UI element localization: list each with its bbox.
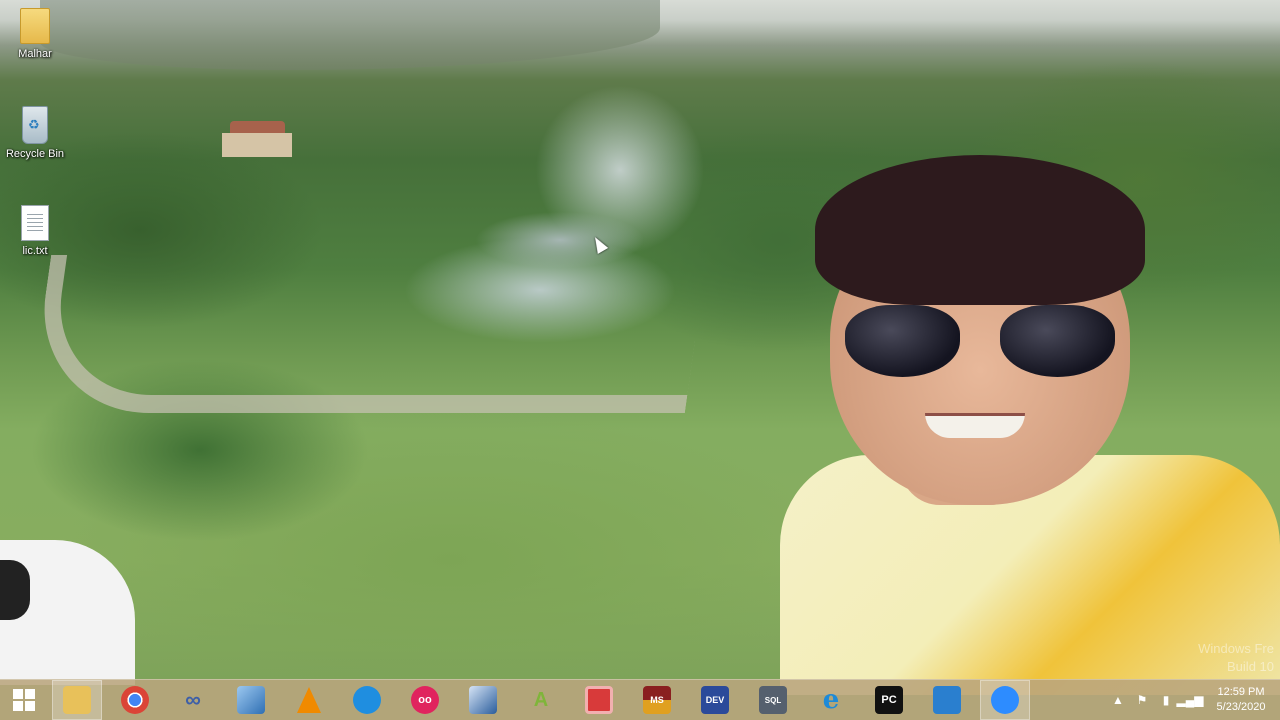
wallpaper-person bbox=[770, 155, 1280, 695]
watermark-line1: Windows Fre bbox=[1198, 641, 1274, 656]
wallpaper-house bbox=[222, 121, 292, 157]
infinity-icon: ∞ bbox=[185, 687, 201, 712]
cube-icon bbox=[469, 686, 497, 714]
taskbar-app-zoom[interactable] bbox=[980, 680, 1030, 720]
dev-icon: DEV bbox=[701, 686, 729, 714]
taskbar-app-file-explorer[interactable] bbox=[52, 680, 102, 720]
start-button[interactable] bbox=[0, 680, 48, 720]
clock[interactable]: 12:59 PM 5/23/2020 bbox=[1210, 685, 1272, 715]
taskbar-app-infinity[interactable]: ∞ bbox=[168, 680, 218, 720]
internet-explorer-icon: e bbox=[822, 685, 840, 715]
vlc-icon bbox=[297, 687, 321, 713]
chrome-icon bbox=[121, 686, 149, 714]
oo-icon: oo bbox=[411, 686, 439, 714]
desktop-icon-recycle-bin[interactable]: Recycle Bin bbox=[0, 106, 70, 160]
person-hair bbox=[815, 155, 1145, 305]
battery-icon[interactable]: ▮ bbox=[1157, 691, 1175, 709]
a-logo-icon: A bbox=[533, 688, 549, 711]
taskbar-app-vlc[interactable] bbox=[284, 680, 334, 720]
recycle-bin-icon bbox=[22, 106, 48, 144]
desktop-icon-label: lic.txt bbox=[22, 245, 48, 257]
right-lens bbox=[1000, 305, 1115, 377]
system-tray: ▲ ⚑ ▮ ▂▄▆ 12:59 PM 5/23/2020 bbox=[1106, 680, 1280, 720]
person-sunglasses bbox=[845, 305, 1115, 377]
signal-icon[interactable]: ▂▄▆ bbox=[1177, 691, 1204, 709]
windows-watermark: Windows Fre Build 10 bbox=[1198, 640, 1274, 676]
lock-icon bbox=[933, 686, 961, 714]
person-smile bbox=[925, 413, 1025, 438]
desktop-icon-malhar[interactable]: Malhar bbox=[0, 8, 70, 60]
taskbar-app-sql[interactable]: SQL bbox=[748, 680, 798, 720]
pycharm-icon: PC bbox=[875, 686, 903, 714]
desktop-icon-lic-txt[interactable]: lic.txt bbox=[0, 205, 70, 257]
sql-icon: SQL bbox=[759, 686, 787, 714]
taskbar-app-a-logo[interactable]: A bbox=[516, 680, 566, 720]
desktop-icon-label: Recycle Bin bbox=[5, 148, 65, 160]
taskbar-app-ms-c[interactable]: MS bbox=[632, 680, 682, 720]
watermark-line2: Build 10 bbox=[1227, 659, 1274, 674]
taskbar-app-red-screen[interactable] bbox=[574, 680, 624, 720]
taskbar-app-oo[interactable]: oo bbox=[400, 680, 450, 720]
wallpaper-road bbox=[28, 255, 708, 413]
taskbar-app-lock[interactable] bbox=[922, 680, 972, 720]
sync-icon bbox=[353, 686, 381, 714]
taskbar-app-internet-explorer[interactable]: e bbox=[806, 680, 856, 720]
folder-icon bbox=[20, 8, 50, 44]
flag-icon[interactable]: ⚑ bbox=[1133, 691, 1151, 709]
ms-c-icon: MS bbox=[643, 686, 671, 714]
taskbar: ∞ oo A MS DEV SQL e PC ▲ ⚑ ▮ ▂▄▆ 12:59 P… bbox=[0, 679, 1280, 720]
taskbar-app-virtualbox[interactable] bbox=[226, 680, 276, 720]
desktop: Malhar Recycle Bin lic.txt Windows Fre B… bbox=[0, 0, 1280, 720]
clock-time: 12:59 PM bbox=[1217, 686, 1265, 698]
taskbar-app-pycharm[interactable]: PC bbox=[864, 680, 914, 720]
clock-date: 5/23/2020 bbox=[1216, 701, 1266, 713]
taskbar-app-dev[interactable]: DEV bbox=[690, 680, 740, 720]
red-screen-icon bbox=[585, 686, 613, 714]
text-file-icon bbox=[21, 205, 49, 241]
taskbar-app-chrome[interactable] bbox=[110, 680, 160, 720]
left-lens bbox=[845, 305, 960, 377]
virtualbox-icon bbox=[237, 686, 265, 714]
taskbar-app-sync[interactable] bbox=[342, 680, 392, 720]
chevron-up-icon[interactable]: ▲ bbox=[1109, 691, 1127, 709]
windows-logo-icon bbox=[13, 689, 35, 711]
taskbar-app-cube[interactable] bbox=[458, 680, 508, 720]
file-explorer-icon bbox=[63, 686, 91, 714]
desktop-icon-label: Malhar bbox=[18, 48, 52, 60]
zoom-icon bbox=[991, 686, 1019, 714]
taskbar-apps: ∞ oo A MS DEV SQL e PC bbox=[48, 680, 1034, 720]
